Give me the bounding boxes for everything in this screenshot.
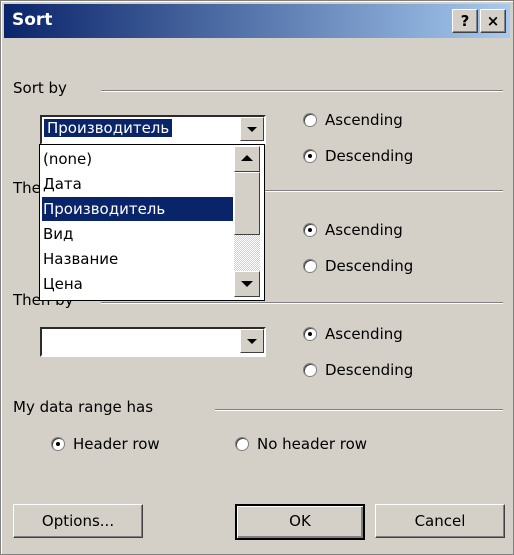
- scrollbar-thumb[interactable]: [234, 172, 260, 235]
- then-by-1-divider: [263, 190, 503, 192]
- sort-by-label: Sort by: [13, 79, 73, 97]
- then-by-2-descending-radio[interactable]: Descending: [303, 361, 413, 379]
- then-by-2-select[interactable]: [40, 327, 266, 357]
- options-button[interactable]: Options...: [13, 504, 143, 538]
- sort-dialog: Sort ? × Sort by Производитель Ascending…: [0, 0, 514, 555]
- no-header-row-radio[interactable]: No header row: [235, 435, 367, 453]
- close-button[interactable]: ×: [480, 9, 506, 33]
- sort-by-descending-radio[interactable]: Descending: [303, 147, 413, 165]
- help-icon: ?: [460, 12, 470, 30]
- sort-by-divider: [101, 90, 503, 92]
- scroll-up-icon[interactable]: [234, 146, 260, 172]
- then-by-2-ascending-radio[interactable]: Ascending: [303, 325, 403, 343]
- list-item[interactable]: (none): [42, 147, 233, 171]
- title-bar: Sort ? ×: [4, 4, 510, 38]
- cancel-button-label: Cancel: [414, 512, 466, 530]
- radio-icon: [303, 259, 317, 273]
- header-row-label: Header row: [73, 435, 160, 453]
- list-item[interactable]: Название: [42, 247, 233, 271]
- then-by-1-descending-radio[interactable]: Descending: [303, 257, 413, 275]
- sort-by-selected-value: Производитель: [42, 118, 174, 138]
- list-item[interactable]: Вид: [42, 222, 233, 246]
- window-title: Sort: [12, 10, 53, 30]
- sort-by-descending-label: Descending: [325, 147, 414, 165]
- sort-by-dropdown-list[interactable]: (none) Дата Производитель Вид Название Ц…: [39, 144, 265, 301]
- ok-button-label: OK: [289, 512, 311, 530]
- data-range-label: My data range has: [13, 398, 160, 416]
- data-range-divider: [215, 409, 503, 411]
- cancel-button[interactable]: Cancel: [375, 504, 505, 538]
- then-by-2-dropdown-button[interactable]: [240, 329, 264, 353]
- list-item[interactable]: Дата: [42, 172, 233, 196]
- radio-selected-icon: [303, 149, 317, 163]
- then-by-2-descending-label: Descending: [325, 361, 414, 379]
- header-row-radio[interactable]: Header row: [51, 435, 160, 453]
- then-by-1-descending-label: Descending: [325, 257, 414, 275]
- no-header-row-label: No header row: [257, 435, 368, 453]
- list-item-selected[interactable]: Производитель: [42, 197, 233, 221]
- radio-icon: [303, 113, 317, 127]
- list-item[interactable]: Цена: [42, 272, 233, 296]
- radio-selected-icon: [51, 437, 65, 451]
- sort-by-ascending-label: Ascending: [325, 111, 403, 129]
- close-icon: ×: [486, 12, 500, 30]
- radio-icon: [235, 437, 249, 451]
- then-by-1-ascending-radio[interactable]: Ascending: [303, 221, 403, 239]
- then-by-2-ascending-label: Ascending: [325, 325, 403, 343]
- help-button[interactable]: ?: [452, 9, 478, 33]
- sort-by-select[interactable]: Производитель: [40, 115, 266, 145]
- sort-by-ascending-radio[interactable]: Ascending: [303, 111, 403, 129]
- scroll-down-icon[interactable]: [234, 271, 260, 297]
- ok-button[interactable]: OK: [235, 504, 365, 540]
- radio-selected-icon: [303, 327, 317, 341]
- radio-selected-icon: [303, 223, 317, 237]
- then-by-1-ascending-label: Ascending: [325, 221, 403, 239]
- options-button-label: Options...: [41, 512, 115, 530]
- sort-by-dropdown-button[interactable]: [240, 117, 264, 141]
- radio-icon: [303, 363, 317, 377]
- then-by-2-divider: [101, 302, 503, 304]
- dropdown-scrollbar[interactable]: [234, 146, 260, 297]
